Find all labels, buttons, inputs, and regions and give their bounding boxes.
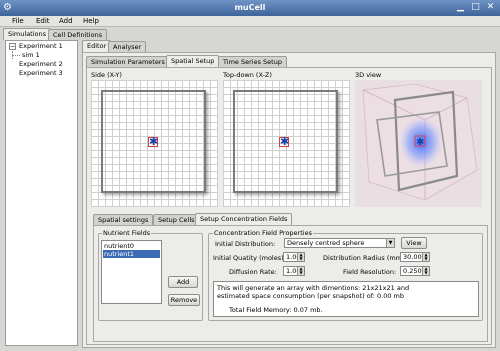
total-memory-text: Total Field Memory: 0.07 mb. <box>229 306 323 314</box>
tab-simulations[interactable]: Simulations <box>3 28 52 40</box>
collapse-icon[interactable]: − <box>9 43 16 50</box>
side-view-canvas[interactable]: ✱ <box>91 80 218 207</box>
tab-simulation-parameters[interactable]: Simulation Parameters <box>86 56 170 67</box>
maximize-icon[interactable]: □ <box>470 2 481 13</box>
3d-scene: ✱ <box>362 83 478 201</box>
tree-connector <box>12 55 20 56</box>
close-icon[interactable]: ✕ <box>485 2 496 13</box>
svg-text:✱: ✱ <box>416 137 424 148</box>
tab-analyser[interactable]: Analyser <box>108 41 147 52</box>
diffusion-rate-spinbox[interactable]: 1.000 ▲ ▼ <box>283 266 305 276</box>
remove-button[interactable]: Remove <box>168 294 200 306</box>
diffusion-rate-label: Diffusion Rate: <box>229 268 277 276</box>
field-resolution-spinbox[interactable]: 0.250 ▲ ▼ <box>400 266 430 276</box>
chevron-down-icon: ▼ <box>386 239 394 247</box>
memory-info-box: This will generate an array with dimenti… <box>213 281 479 317</box>
tab-spatial-setup[interactable]: Spatial Setup <box>166 55 220 67</box>
tree-item-experiment-3[interactable]: Experiment 3 <box>19 69 63 77</box>
initial-distribution-select[interactable]: Densely centred sphere ▼ <box>284 238 395 248</box>
3d-view-label: 3D view <box>355 71 382 79</box>
info-text-line: This will generate an array with dimenti… <box>217 284 410 292</box>
3d-view-canvas[interactable]: ✱ <box>355 80 482 207</box>
tab-setup-cells[interactable]: Setup Cells <box>153 214 200 225</box>
menu-help[interactable]: Help <box>83 17 99 25</box>
menu-bar: File Edit Add Help <box>0 16 500 27</box>
menu-file[interactable]: File <box>12 17 24 25</box>
list-item[interactable]: nutrient1 <box>103 250 160 258</box>
add-button[interactable]: Add <box>168 276 198 288</box>
field-resolution-label: Field Resolution: <box>343 268 397 276</box>
menu-edit[interactable]: Edit <box>36 17 50 25</box>
field-resolution-value: 0.250 <box>403 267 422 275</box>
spin-arrows-icon[interactable]: ▲ ▼ <box>297 253 304 261</box>
spin-arrows-icon[interactable]: ▲ ▼ <box>422 253 429 261</box>
tree-item-experiment-2[interactable]: Experiment 2 <box>19 60 63 68</box>
concentration-properties-title: Concentration Field Properties <box>213 229 313 237</box>
nutrient-list[interactable]: nutrient0 nutrient1 <box>101 240 162 304</box>
spin-arrows-icon[interactable]: ▲ ▼ <box>422 267 429 275</box>
tab-setup-concentration-fields[interactable]: Setup Concentration Fields <box>195 213 293 225</box>
title-bar: ⚙ muCell ▁ □ ✕ <box>0 0 500 16</box>
window-title: muCell <box>234 3 266 12</box>
cell-marker-icon: ✱ <box>280 135 290 148</box>
initial-distribution-label: Initial Distribution: <box>215 240 276 248</box>
initial-quantity-label: Initial Quatity (moles): <box>213 254 286 262</box>
tree-item-sim-1[interactable]: sim 1 <box>22 51 40 59</box>
list-item[interactable]: nutrient0 <box>103 242 160 250</box>
menu-add[interactable]: Add <box>59 17 73 25</box>
initial-distribution-value: Densely centred sphere <box>287 239 365 247</box>
cell-marker-icon: ✱ <box>149 135 159 148</box>
top-view-canvas[interactable]: ✱ <box>223 80 350 207</box>
info-text-line: estimated space consumption (per snapsho… <box>217 292 405 300</box>
distribution-radius-value: 30.00 <box>403 253 422 261</box>
distribution-radius-label: Distribution Radius (mm): <box>323 254 407 262</box>
tab-spatial-settings[interactable]: Spatial settings <box>93 214 154 225</box>
tab-cell-definitions[interactable]: Cell Definitions <box>48 29 108 40</box>
initial-quantity-spinbox[interactable]: 1.000 ▲ ▼ <box>283 252 305 262</box>
top-view-label: Top-down (X-Z) <box>223 71 272 79</box>
distribution-radius-spinbox[interactable]: 30.00 ▲ ▼ <box>400 252 430 262</box>
simulation-tree: − Experiment 1 sim 1 Experiment 2 Experi… <box>5 40 78 346</box>
side-view-label: Side (X-Y) <box>91 71 122 79</box>
spin-arrows-icon[interactable]: ▲ ▼ <box>297 267 304 275</box>
minimize-icon[interactable]: ▁ <box>455 2 466 13</box>
tree-item-experiment-1[interactable]: Experiment 1 <box>19 42 63 50</box>
view-button[interactable]: View <box>401 237 427 249</box>
tab-time-series-setup[interactable]: Time Series Setup <box>218 56 287 67</box>
nutrient-fields-title: Nutrient Fields <box>102 229 152 237</box>
tab-editor[interactable]: Editor <box>82 40 112 52</box>
